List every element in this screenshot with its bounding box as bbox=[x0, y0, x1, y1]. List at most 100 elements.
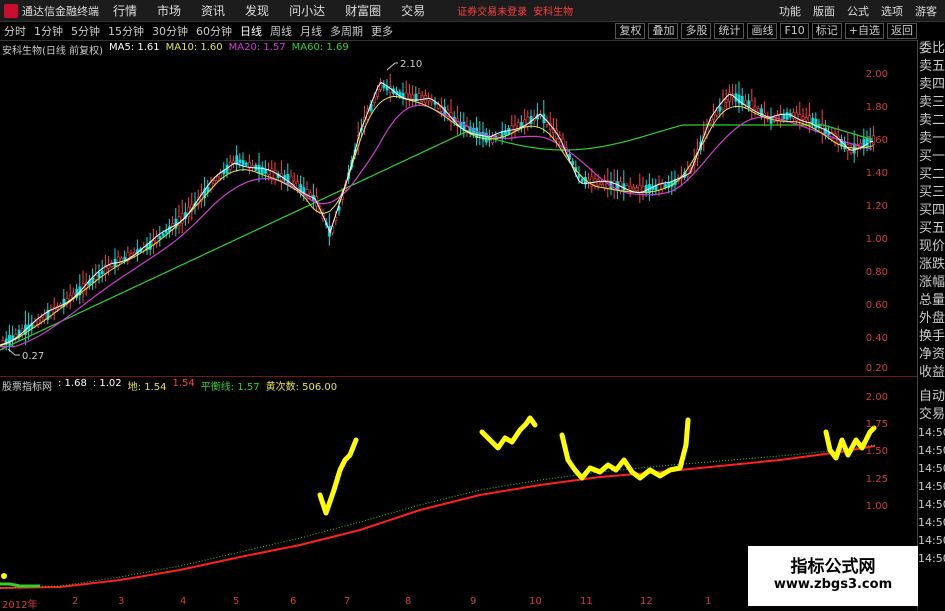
tick-time: 14:50 bbox=[918, 552, 945, 565]
sub-red-line bbox=[0, 445, 876, 589]
guest-label[interactable]: 游客 bbox=[915, 3, 937, 19]
candle-body bbox=[296, 181, 299, 189]
panel-item-change-pct[interactable]: 涨幅 bbox=[918, 274, 945, 292]
candle-body bbox=[161, 233, 165, 237]
x-axis-month: 11 bbox=[580, 596, 593, 607]
candle-body bbox=[158, 235, 162, 240]
y-tick-sub: 1.75 bbox=[865, 419, 888, 430]
panel-item-turnover[interactable]: 换手 bbox=[918, 328, 945, 346]
x-axis-month: 6 bbox=[290, 596, 297, 607]
candle-body bbox=[267, 170, 271, 175]
candle-body bbox=[801, 116, 805, 120]
candle-body bbox=[238, 159, 242, 164]
y-tick-sub: 1.50 bbox=[865, 446, 888, 457]
panel-item-sell2[interactable]: 卖二 bbox=[918, 112, 945, 130]
x-axis-month: 1 bbox=[705, 596, 712, 607]
low-price-label: 0.27 bbox=[22, 351, 44, 362]
panel-item-volume[interactable]: 总量 bbox=[918, 292, 945, 310]
ma5-line bbox=[0, 81, 874, 346]
tick-time: 14:50 bbox=[918, 534, 945, 547]
candle-body bbox=[273, 170, 277, 180]
x-axis-month: 4 bbox=[180, 596, 187, 607]
candle-body bbox=[580, 178, 584, 182]
candle-body bbox=[664, 184, 667, 188]
panel-item-earnings[interactable]: 收益 bbox=[918, 364, 945, 382]
x-axis-month: 12 bbox=[640, 596, 653, 607]
sub-green-base bbox=[0, 582, 40, 588]
candle-body bbox=[286, 173, 290, 184]
y-tick-sub: 1.00 bbox=[865, 501, 888, 512]
candle-body bbox=[785, 112, 789, 120]
sub-balance-line bbox=[0, 444, 876, 589]
panel-auto[interactable]: 自动 bbox=[918, 388, 945, 406]
candle-body bbox=[292, 180, 296, 185]
candle-body bbox=[264, 169, 267, 174]
candle-body bbox=[270, 168, 274, 179]
ma60-line bbox=[0, 124, 873, 351]
yellow-annotation-wave bbox=[479, 415, 538, 451]
y-tick-main: 1.20 bbox=[865, 201, 888, 212]
y-tick-main: 1.00 bbox=[865, 234, 888, 245]
panel-trade[interactable]: 交易 bbox=[918, 406, 945, 424]
panel-item-price[interactable]: 现价 bbox=[918, 238, 945, 256]
kline-chart-canvas[interactable]: 2.10 0.27 bbox=[0, 0, 917, 596]
candle-body bbox=[129, 253, 133, 257]
yellow-annotation-checkmark bbox=[317, 437, 359, 516]
x-axis-month: 9 bbox=[470, 596, 477, 607]
candle-body bbox=[756, 108, 760, 113]
ma20-line bbox=[0, 104, 873, 348]
panel-item-buy2[interactable]: 买二 bbox=[918, 166, 945, 184]
candle-body bbox=[100, 270, 104, 274]
candle-body bbox=[804, 117, 808, 121]
candle-body bbox=[600, 181, 603, 185]
x-axis-month: 3 bbox=[118, 596, 125, 607]
candle-body bbox=[94, 275, 98, 281]
panel-item-buy3[interactable]: 买三 bbox=[918, 184, 945, 202]
candle-body bbox=[216, 176, 219, 182]
candle-body bbox=[744, 99, 747, 105]
tick-time: 14:50 bbox=[918, 426, 945, 439]
y-tick-sub: 1.25 bbox=[865, 474, 888, 485]
yellow-annotation-cup bbox=[559, 417, 691, 481]
panel-item-outer[interactable]: 外盘 bbox=[918, 310, 945, 328]
panel-item-change[interactable]: 涨跌 bbox=[918, 256, 945, 274]
panel-item-buy4[interactable]: 买四 bbox=[918, 202, 945, 220]
panel-item-buy1[interactable]: 买一 bbox=[918, 148, 945, 166]
candle-body bbox=[244, 162, 248, 166]
candle-body bbox=[97, 272, 101, 278]
candle-body bbox=[747, 100, 751, 108]
x-axis-month: 10 bbox=[529, 596, 542, 607]
panel-item-weibi[interactable]: 委比 bbox=[918, 40, 945, 58]
candle-body bbox=[660, 183, 664, 190]
y-tick-main: 0.60 bbox=[865, 300, 888, 311]
y-tick-main: 0.20 bbox=[865, 363, 888, 374]
candle-body bbox=[497, 134, 501, 138]
candle-body bbox=[526, 116, 530, 127]
panel-item-sell5[interactable]: 卖五 bbox=[918, 58, 945, 76]
candle-body bbox=[123, 256, 127, 260]
candle-body bbox=[14, 334, 18, 338]
candle-body bbox=[180, 213, 184, 224]
y-tick-main: 1.80 bbox=[865, 102, 888, 113]
candle-body bbox=[782, 114, 786, 120]
panel-item-net-assets[interactable]: 净资 bbox=[918, 346, 945, 364]
candle-body bbox=[212, 180, 216, 185]
panel-item-sell3[interactable]: 卖三 bbox=[918, 94, 945, 112]
panel-item-buy5[interactable]: 买五 bbox=[918, 220, 945, 238]
x-axis-month: 5 bbox=[233, 596, 240, 607]
candle-body bbox=[529, 116, 533, 124]
candle-body bbox=[408, 93, 411, 100]
candle-body bbox=[164, 230, 168, 234]
y-tick-main: 1.40 bbox=[865, 168, 888, 179]
candle-body bbox=[596, 179, 600, 187]
low-marker: 0.27 bbox=[7, 348, 44, 362]
tick-time: 14:50 bbox=[918, 480, 945, 493]
quote-side-panel: 委比 卖五 卖四 卖三 卖二 卖一 买一 买二 买三 买四 买五 现价 涨跌 涨… bbox=[917, 40, 945, 609]
high-marker: 2.10 bbox=[386, 59, 422, 71]
candle-body bbox=[635, 187, 639, 192]
y-tick-main: 0.80 bbox=[865, 267, 888, 278]
panel-item-sell1[interactable]: 卖一 bbox=[918, 130, 945, 148]
panel-item-sell4[interactable]: 卖四 bbox=[918, 76, 945, 94]
candle-body bbox=[628, 185, 632, 191]
candle-body bbox=[715, 110, 719, 116]
